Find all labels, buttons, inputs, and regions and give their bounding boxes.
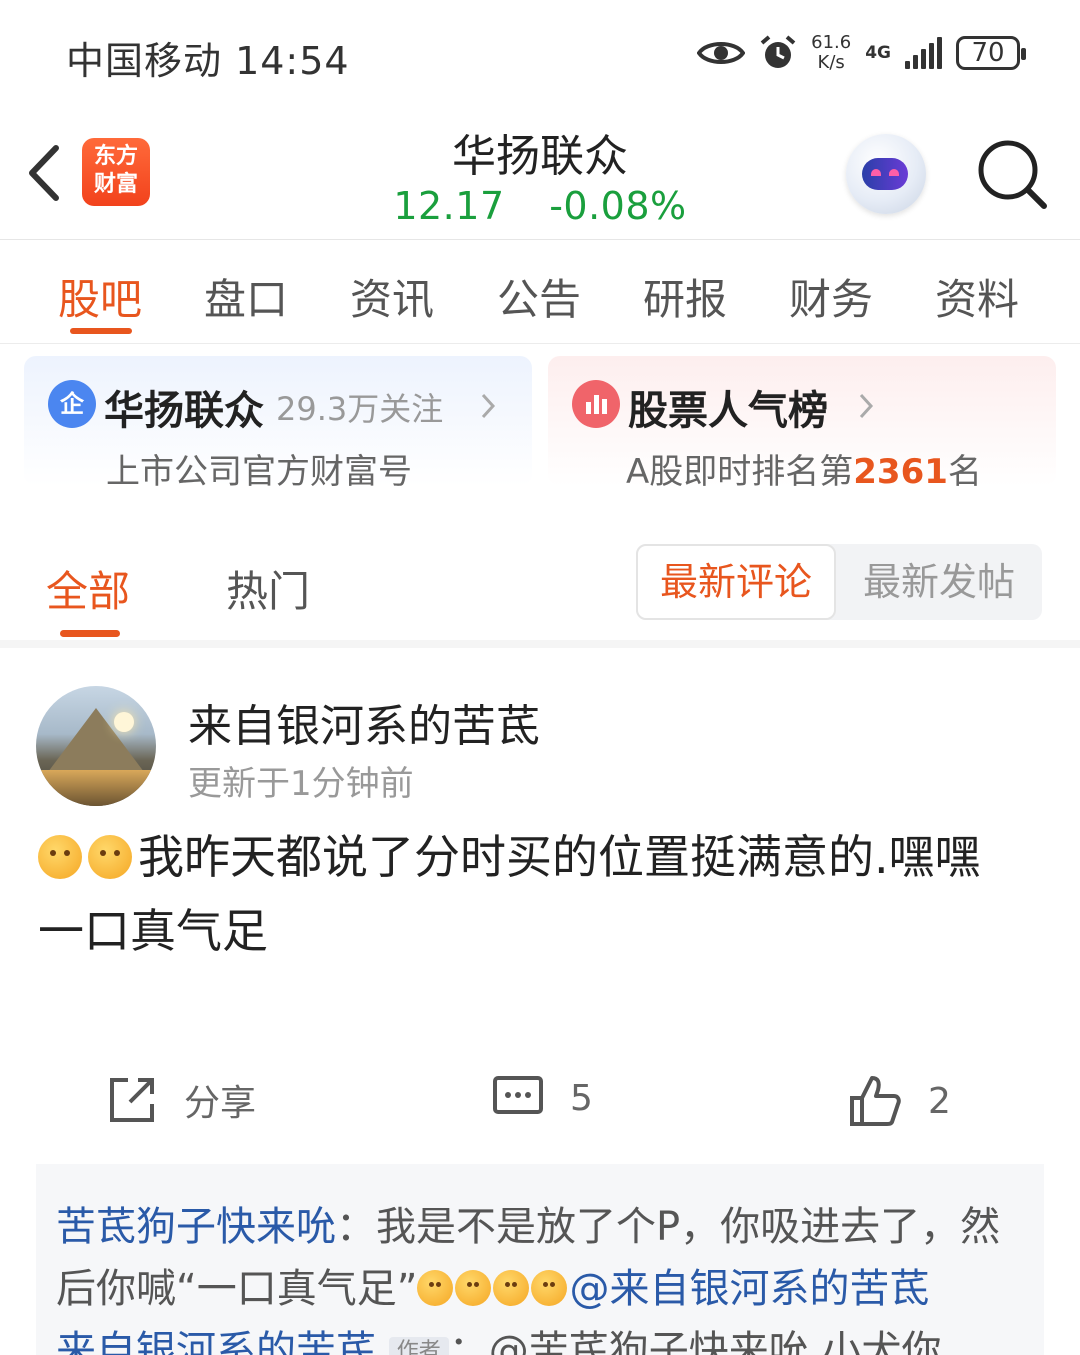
- rank-card-subtitle: A股即时排名第2361名: [626, 452, 982, 492]
- tab-profile[interactable]: 资料: [935, 266, 1019, 327]
- stock-change: -0.08%: [549, 184, 687, 228]
- eye-icon: [697, 42, 746, 64]
- status-icons: 61.6 K/s 4G 70: [697, 30, 1026, 76]
- sort-toggle: 最新评论 最新发帖: [636, 544, 1042, 620]
- enterprise-icon: 企: [48, 380, 96, 428]
- comment-count: 5: [570, 1077, 593, 1119]
- status-bar: 中国移动 14:54 61.6 K/s 4G 70: [0, 0, 1080, 100]
- like-button[interactable]: 2: [848, 1074, 951, 1128]
- author-badge: 作者: [388, 1337, 449, 1355]
- share-label: 分享: [184, 1083, 257, 1124]
- company-card-subtitle: 上市公司官方财富号: [106, 452, 412, 492]
- laugh-tears-emoji-icon: [455, 1270, 492, 1306]
- stock-price: 12.17: [393, 184, 505, 228]
- tab-news[interactable]: 资讯: [350, 266, 434, 327]
- alarm-icon: [760, 35, 796, 68]
- grin-emoji-icon: [493, 1270, 530, 1306]
- comment-icon: [493, 1076, 543, 1114]
- company-account-card[interactable]: 企 华扬联众 29.3万关注 上市公司官方财富号: [24, 356, 532, 492]
- post-actions: 分享 5 2: [0, 1062, 1080, 1142]
- battery-icon: 70: [956, 36, 1026, 70]
- wink-emoji-icon: [88, 835, 132, 879]
- carrier-time: 中国移动 14:54: [66, 39, 350, 83]
- sort-latest-comment-button[interactable]: 最新评论: [636, 544, 836, 620]
- thumbs-up-icon: [850, 1076, 901, 1126]
- post-filter-bar: 全部 热门 最新评论 最新发帖: [0, 530, 1080, 648]
- reply-user[interactable]: 来自银河系的苦茋: [56, 1328, 376, 1355]
- chevron-right-icon: [481, 393, 496, 419]
- comment-button[interactable]: 5: [492, 1074, 593, 1122]
- main-tabs: 股吧 盘口 资讯 公告 研报 财务 资料: [0, 240, 1080, 344]
- rank-number: 2361: [853, 452, 948, 492]
- comment-preview[interactable]: 苦茋狗子快来吮：我是不是放了个P，你吸进去了，然后你喊“一口真气足” @来自银河系…: [36, 1164, 1044, 1355]
- tab-finance[interactable]: 财务: [789, 266, 873, 327]
- popularity-rank-card[interactable]: 股票人气榜 A股即时排名第2361名: [548, 356, 1056, 492]
- follower-count: 29.3万关注: [276, 390, 444, 428]
- like-count: 2: [928, 1080, 951, 1122]
- tab-guba[interactable]: 股吧: [58, 266, 142, 327]
- search-icon[interactable]: [974, 136, 1048, 210]
- post-username[interactable]: 来自银河系的苦茋: [188, 690, 540, 754]
- company-card-title: 华扬联众: [104, 388, 264, 434]
- dizzy-emoji-icon: [417, 1270, 454, 1306]
- post-content[interactable]: 我昨天都说了分时买的位置挺满意的.嘿嘿 一口真气足: [38, 820, 1048, 968]
- tab-announcements[interactable]: 公告: [497, 266, 581, 327]
- subtab-hot[interactable]: 热门: [226, 558, 310, 619]
- subtab-all[interactable]: 全部: [46, 558, 130, 619]
- net-speed: 61.6 K/s: [811, 32, 852, 73]
- signal-icon: [905, 37, 942, 69]
- share-button[interactable]: 分享: [106, 1074, 256, 1126]
- active-tab-indicator: [70, 328, 132, 334]
- avatar[interactable]: [36, 686, 156, 806]
- active-subtab-indicator: [60, 630, 120, 637]
- chevron-right-icon: [859, 393, 874, 419]
- rank-card-title: 股票人气榜: [628, 388, 828, 434]
- share-icon: [110, 1078, 154, 1122]
- thinking-emoji-icon: [531, 1270, 568, 1306]
- ai-assistant-robot-icon[interactable]: [846, 134, 926, 214]
- sort-latest-post-button[interactable]: 最新发帖: [844, 544, 1034, 620]
- bar-chart-icon: [572, 380, 620, 428]
- stock-header: 东方 财富 华扬联众 12.17 -0.08%: [0, 100, 1080, 240]
- thinking-emoji-icon: [38, 835, 82, 879]
- comment-preview-text: 苦茋狗子快来吮：我是不是放了个P，你吸进去了，然后你喊“一口真气足” @来自银河系…: [56, 1196, 1036, 1355]
- comment-mention[interactable]: @来自银河系的苦茋: [569, 1266, 929, 1312]
- post-time: 更新于1分钟前: [188, 764, 414, 804]
- network-type: 4G: [865, 43, 891, 63]
- tab-pankou[interactable]: 盘口: [204, 266, 288, 327]
- tab-research[interactable]: 研报: [643, 266, 727, 327]
- comment-user[interactable]: 苦茋狗子快来吮: [56, 1204, 336, 1250]
